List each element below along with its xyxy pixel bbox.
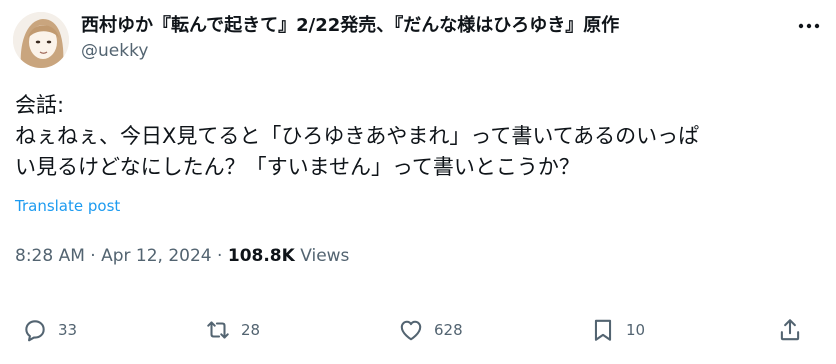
meta-separator: · — [90, 246, 96, 266]
more-dots-icon — [798, 23, 820, 29]
bookmark-button[interactable]: 10 — [590, 312, 645, 348]
avatar[interactable] — [13, 12, 69, 68]
repost-button[interactable]: 28 — [205, 312, 260, 348]
share-icon — [780, 319, 800, 341]
bookmark-count: 10 — [626, 321, 646, 339]
tweet-text-line: い見るけどなにしたん？「すいません」って書いとこうか？ — [15, 155, 580, 179]
author-info: 西村ゆか『転んで起きて』2/22発売、『だんな様はひろゆき』原作 @uekky — [81, 14, 619, 62]
tweet-text-line: 会話: — [15, 93, 65, 117]
author-handle[interactable]: @uekky — [81, 40, 619, 62]
more-options-button[interactable] — [794, 14, 824, 38]
reply-icon — [25, 320, 45, 342]
like-count: 628 — [434, 321, 463, 339]
views-label: Views — [300, 246, 350, 266]
author-display-name[interactable]: 西村ゆか『転んで起きて』2/22発売、『だんな様はひろゆき』原作 — [81, 14, 619, 38]
bookmark-icon — [594, 319, 612, 341]
translate-post-link[interactable]: Translate post — [15, 197, 120, 215]
tweet: 西村ゆか『転んで起きて』2/22発売、『だんな様はひろゆき』原作 @uekky … — [0, 0, 836, 364]
tweet-text-line: ねぇねぇ、今日X見てると「ひろゆきあやまれ」って書いてあるのいっぱ — [15, 124, 700, 148]
like-button[interactable]: 628 — [398, 312, 463, 348]
tweet-text: 会話: ねぇねぇ、今日X見てると「ひろゆきあやまれ」って書いてあるのいっぱ い見… — [15, 90, 815, 183]
reply-count: 33 — [58, 321, 78, 339]
heart-icon — [400, 320, 422, 341]
repost-icon — [207, 321, 229, 339]
repost-count: 28 — [241, 321, 261, 339]
meta-separator: · — [217, 246, 223, 266]
post-date[interactable]: Apr 12, 2024 — [101, 246, 212, 266]
views-count: 108.8K — [227, 246, 295, 266]
share-button[interactable] — [777, 312, 803, 348]
tweet-meta: 8:28 AM · Apr 12, 2024 · 108.8K Views — [15, 246, 349, 266]
reply-button[interactable]: 33 — [22, 312, 77, 348]
action-bar: 33 28 628 10 — [0, 312, 836, 348]
post-time[interactable]: 8:28 AM — [15, 246, 85, 266]
